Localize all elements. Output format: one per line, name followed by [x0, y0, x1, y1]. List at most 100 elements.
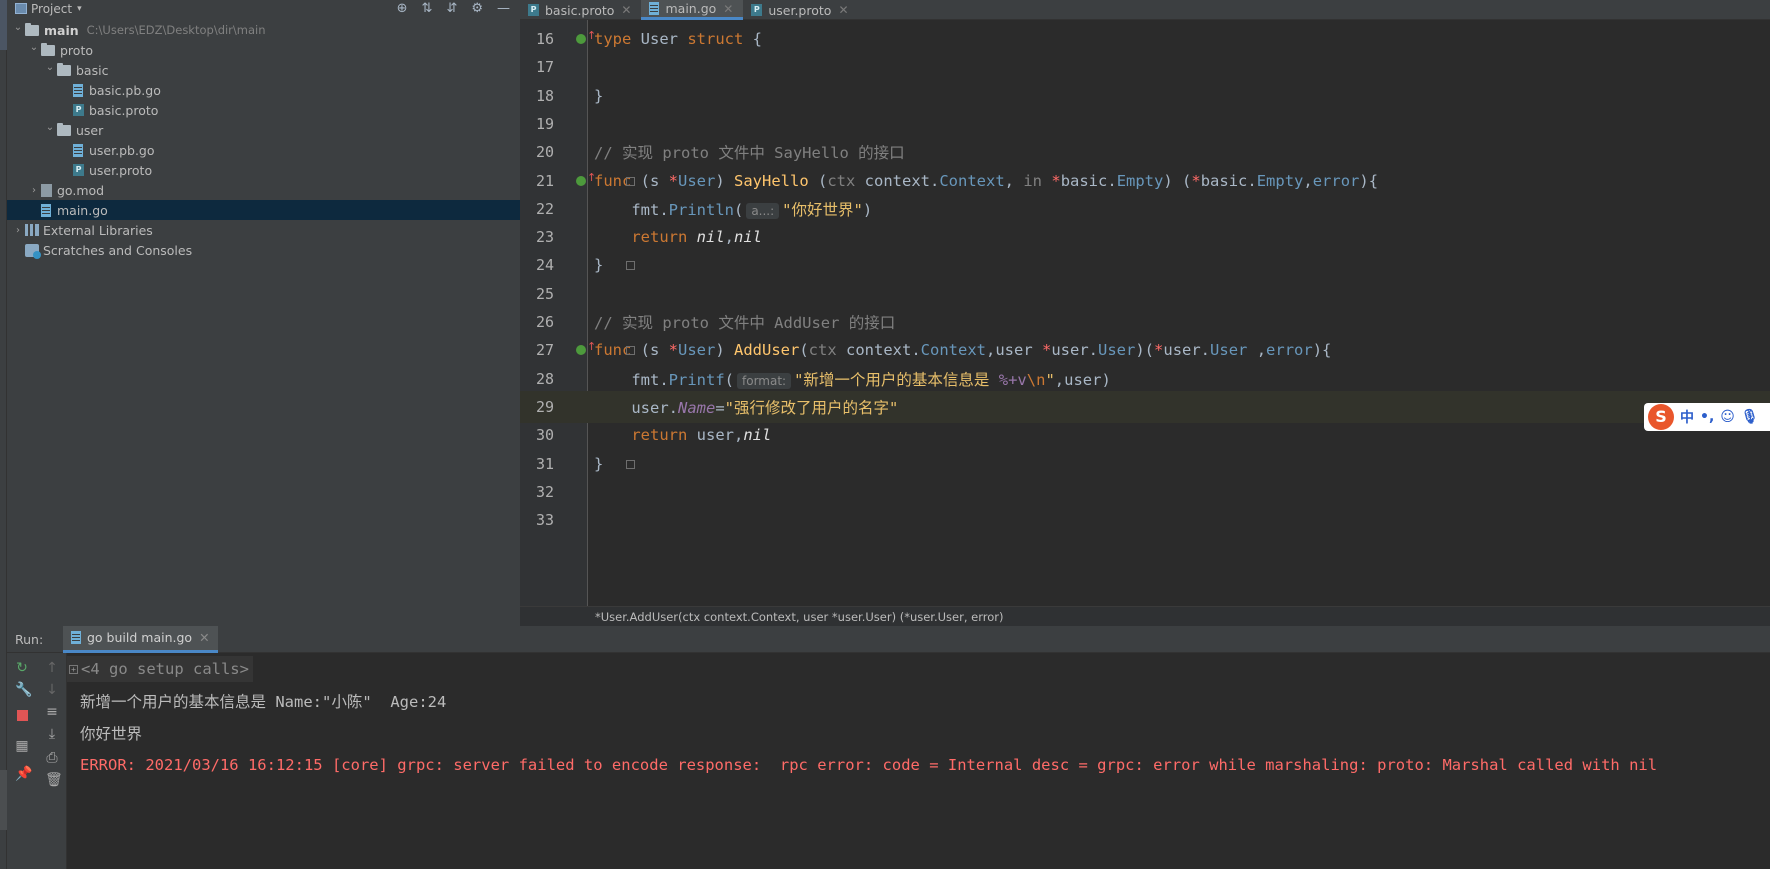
chevron-right-icon[interactable]: ›: [27, 185, 41, 196]
code-line[interactable]: 16 type User struct {: [520, 23, 1770, 55]
code-text: fmt.Printf(format: "新增一个用户的基本信息是 %+v\n",u…: [594, 370, 1111, 389]
project-title[interactable]: Project: [31, 2, 72, 16]
line-number: 20: [535, 143, 554, 162]
code-line[interactable]: 20 // 实现 proto 文件中 SayHello 的接口: [520, 136, 1770, 168]
mic-icon[interactable]: 🎙: [1741, 409, 1759, 425]
ime-lang[interactable]: 中: [1680, 407, 1694, 427]
line-number: 30: [535, 426, 554, 445]
expand-all-icon[interactable]: ⇅: [422, 1, 433, 16]
code-line[interactable]: 19: [520, 108, 1770, 140]
code-text: fmt.Println(a...: "你好世界"): [594, 200, 873, 219]
chevron-down-icon[interactable]: ⌄: [43, 122, 57, 133]
tab-basic-proto[interactable]: Pbasic.proto ✕: [520, 0, 641, 20]
collapsed-group[interactable]: + <4 go setup calls>: [67, 656, 253, 682]
run-console[interactable]: + <4 go setup calls> 新增一个用户的基本信息是 Name:"小陈…: [67, 653, 1770, 869]
code-editor[interactable]: 16 type User struct {17 18} 19 20 // 实现 proto…: [520, 20, 1770, 606]
scroll-to-end-icon[interactable]: ⤓: [45, 727, 59, 741]
print-icon[interactable]: ⎙: [45, 751, 59, 765]
expand-icon[interactable]: +: [69, 664, 78, 674]
code-line[interactable]: 22 fmt.Println(a...: "你好世界"): [520, 193, 1770, 225]
run-tab[interactable]: go build main.go ✕: [63, 625, 218, 653]
line-number: 26: [535, 313, 554, 331]
arrow-down-icon[interactable]: ↓: [45, 683, 59, 697]
chevron-down-icon[interactable]: ⌄: [27, 42, 41, 53]
implements-icon[interactable]: [576, 29, 596, 44]
implements-icon[interactable]: [576, 340, 596, 356]
code-line[interactable]: 17: [520, 51, 1770, 83]
tree-item[interactable]: Scratches and Consoles: [7, 240, 520, 260]
chevron-down-icon[interactable]: ⌄: [43, 62, 57, 73]
line-number: 18: [535, 86, 554, 105]
ime-toolbar[interactable]: S 中 •, ☺ 🎙: [1644, 403, 1770, 431]
code-line[interactable]: 21 func (s *User) SayHello (ctx context.C…: [520, 165, 1770, 197]
tree-item[interactable]: Puser.proto: [7, 160, 520, 180]
tree-item[interactable]: user.pb.go: [7, 140, 520, 160]
fold-icon[interactable]: [626, 346, 635, 356]
code-line[interactable]: 25: [520, 278, 1770, 310]
code-line[interactable]: 26 // 实现 proto 文件中 AddUser 的接口: [520, 306, 1770, 338]
tab-main-go[interactable]: main.go ✕: [641, 0, 744, 20]
sogou-logo-icon[interactable]: S: [1648, 404, 1674, 430]
fold-icon[interactable]: [626, 176, 635, 186]
tree-item-label: user: [76, 122, 104, 138]
structure-tool-tab[interactable]: [0, 770, 7, 830]
tab-user-proto[interactable]: Puser.proto ✕: [743, 0, 858, 20]
fold-icon[interactable]: [626, 261, 635, 271]
soft-wrap-icon[interactable]: ≡: [45, 705, 59, 719]
close-icon[interactable]: ✕: [621, 3, 631, 17]
code-line[interactable]: 27 func (s *User) AddUser(ctx context.Con…: [520, 334, 1770, 366]
library-icon: [25, 224, 39, 236]
implements-icon[interactable]: [576, 171, 596, 186]
console-line: + <4 go setup calls>: [67, 653, 1770, 685]
line-number: 33: [535, 511, 554, 530]
code-line[interactable]: 29 user.Name="强行修改了用户的名字": [520, 390, 1770, 423]
tree-item[interactable]: › go.mod: [7, 180, 520, 200]
breadcrumb[interactable]: *User.AddUser(ctx context.Context, user …: [520, 606, 1770, 626]
console-line: 新增一个用户的基本信息是 Name:"小陈" Age:24: [67, 685, 1770, 717]
code-line[interactable]: 23 return nil,nil: [520, 221, 1770, 253]
fold-icon[interactable]: [626, 459, 635, 469]
locate-icon[interactable]: ⊕: [397, 1, 408, 16]
code-text: type User struct {: [594, 30, 762, 48]
tree-item[interactable]: main.go: [7, 200, 520, 220]
chevron-down-icon[interactable]: ⌄: [11, 22, 25, 33]
code-line[interactable]: 30 return user,nil: [520, 419, 1770, 451]
minimize-icon[interactable]: —: [497, 1, 510, 16]
gutter-mark: [564, 80, 588, 112]
go-file-icon: [71, 631, 81, 644]
tree-item[interactable]: › External Libraries: [7, 220, 520, 240]
project-tool-tab[interactable]: [0, 0, 7, 50]
ime-punct[interactable]: •,: [1700, 409, 1714, 425]
tree-item[interactable]: ⌄ proto: [7, 40, 520, 60]
gutter-mark: [564, 306, 588, 338]
tab-label: user.proto: [768, 2, 832, 18]
wrench-icon[interactable]: 🔧: [15, 683, 32, 697]
code-line[interactable]: 32: [520, 476, 1770, 508]
gear-icon[interactable]: ⚙: [471, 1, 483, 16]
tree-item[interactable]: Pbasic.proto: [7, 100, 520, 120]
code-line[interactable]: 33: [520, 504, 1770, 536]
close-icon[interactable]: ✕: [838, 3, 848, 17]
layout-icon[interactable]: ▦: [15, 739, 29, 753]
tab-label: basic.proto: [545, 2, 615, 18]
tree-item[interactable]: ⌄ main C:\Users\EDZ\Desktop\dir\main: [7, 20, 520, 40]
code-line[interactable]: 31}: [520, 448, 1770, 480]
code-line[interactable]: 18}: [520, 80, 1770, 112]
collapse-all-icon[interactable]: ⇵: [446, 1, 457, 16]
chevron-right-icon[interactable]: ›: [11, 225, 25, 236]
close-icon[interactable]: ✕: [723, 2, 733, 16]
stop-icon[interactable]: [15, 710, 29, 724]
tree-item[interactable]: ⌄ basic: [7, 60, 520, 80]
tree-item[interactable]: ⌄ user: [7, 120, 520, 140]
pin-icon[interactable]: 📌: [15, 767, 32, 781]
emoji-icon[interactable]: ☺: [1720, 409, 1735, 425]
tree-item[interactable]: basic.pb.go: [7, 80, 520, 100]
editor-tabs: Pbasic.proto ✕ main.go ✕ Puser.proto ✕: [520, 0, 1770, 20]
close-icon[interactable]: ✕: [199, 630, 209, 645]
rerun-icon[interactable]: ↻: [15, 661, 29, 675]
code-line[interactable]: 24}: [520, 249, 1770, 281]
trash-icon[interactable]: 🗑: [45, 773, 63, 787]
arrow-up-icon[interactable]: ↑: [45, 661, 59, 675]
chevron-down-icon[interactable]: ▾: [77, 4, 82, 14]
code-line[interactable]: 28 fmt.Printf(format: "新增一个用户的基本信息是 %+v\n…: [520, 363, 1770, 395]
